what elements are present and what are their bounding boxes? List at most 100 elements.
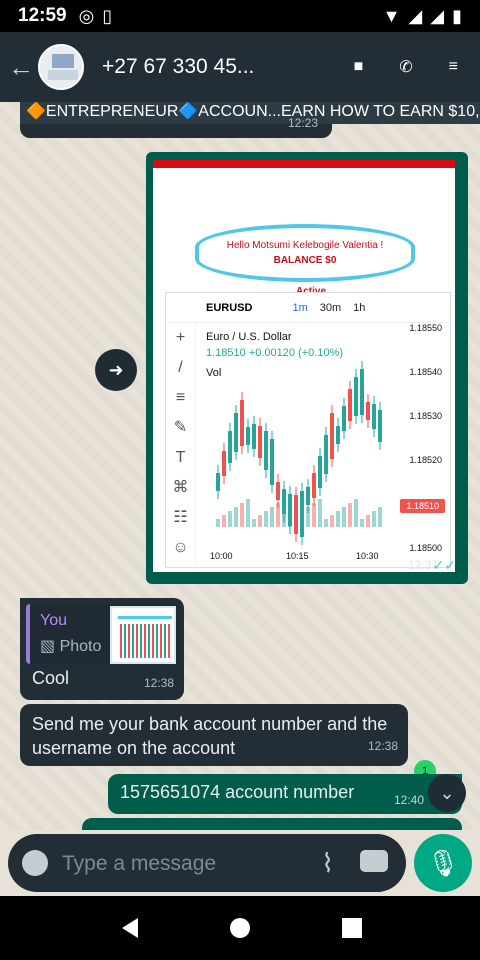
received-message[interactable]: Send me your bank account number and the… (20, 704, 408, 766)
brush-icon: ✎ (173, 419, 188, 436)
candle (252, 424, 256, 449)
volume-bar (378, 507, 382, 527)
candle (306, 487, 310, 505)
candle (366, 402, 370, 420)
hello-text: Hello Motsumi Kelebogile Valentia ! (226, 240, 384, 251)
header-actions: ■ ✆ ≡ (354, 57, 458, 77)
phone-status-icon: ▯ (102, 5, 113, 26)
time-3: 10:30 (356, 551, 379, 561)
partial-message (82, 818, 462, 830)
candle (258, 426, 262, 458)
home-nav-icon[interactable] (230, 918, 250, 938)
candle (324, 435, 328, 474)
screenshot-image: Hello Motsumi Kelebogile Valentia ! BALA… (153, 160, 455, 572)
status-left-icons: ◎ ▯ (79, 6, 113, 27)
candles-plot (216, 361, 382, 545)
microphone-icon: 🎙 (426, 848, 460, 878)
candle (330, 413, 334, 459)
candle (372, 404, 376, 429)
volume-bar (324, 519, 328, 527)
symbol: EURUSD (206, 301, 253, 314)
candle (246, 427, 250, 445)
settings-icon: ☷ (173, 509, 188, 526)
sent-message[interactable]: 1575651074 account number 12:40 (108, 774, 462, 814)
sent-message-time: 12:40 (393, 793, 424, 807)
volume-bar (288, 519, 292, 527)
camera-icon[interactable] (360, 850, 388, 872)
promo-banner: 🔶ENTREPRENEUR🔷ACCOUN...EARN HOW TO EARN … (20, 102, 480, 124)
time-2: 10:15 (286, 551, 309, 561)
forward-button[interactable]: ➜ (95, 349, 137, 391)
avatar[interactable] (38, 44, 84, 90)
volume-bar (264, 511, 268, 527)
status-time: 12:59 (18, 5, 67, 26)
reply-message[interactable]: You ▧ Photo Cool 12:38 (20, 598, 184, 700)
time-1: 10:00 (210, 551, 233, 561)
quoted-type: ▧ Photo (40, 636, 101, 656)
android-navigation-bar (0, 896, 480, 960)
volume-bar (294, 515, 298, 527)
volume-bar (216, 519, 220, 527)
recent-apps-icon[interactable] (342, 918, 362, 938)
pattern-icon: ⌘ (172, 479, 189, 496)
volume-bar (252, 519, 256, 527)
trading-chart: EURUSD 1m 30m 1h + / ≡ ✎ T ⌘ ☷ ☺ Euro / … (165, 292, 452, 569)
chat-header: ← +27 67 330 45... ■ ✆ ≡ (0, 32, 480, 102)
contact-name[interactable]: +27 67 330 45... (102, 55, 254, 79)
balance-text: BALANCE $0 (273, 255, 337, 266)
attach-icon[interactable]: ⌇ (321, 848, 334, 879)
video-call-icon[interactable]: ■ (354, 58, 364, 76)
candle (312, 473, 316, 498)
received-message-time: 12:38 (367, 739, 398, 753)
signal-icon: ◢ (408, 5, 423, 26)
status-right-icons: ▼ ◢ ◢ ▮ (383, 6, 462, 27)
candle (342, 406, 346, 431)
read-receipt-icon: ✓✓ (432, 557, 456, 573)
quoted-type-label: Photo (59, 638, 102, 655)
volume-bar (372, 511, 376, 527)
candle (378, 410, 382, 442)
volume-bar (276, 503, 280, 527)
more-vertical-icon[interactable]: ≡ (449, 58, 458, 76)
candle (216, 473, 220, 491)
volume-bar (222, 515, 226, 527)
volume-bar (270, 507, 274, 527)
scroll-down-button[interactable]: ⌄ (428, 774, 466, 812)
volume-bar (354, 499, 358, 527)
volume-bar (366, 515, 370, 527)
top-message-time: 12:23 (287, 116, 318, 130)
volume-bar (348, 503, 352, 527)
quoted-thumbnail (110, 606, 176, 664)
candle (294, 495, 298, 534)
chart-toolbar: EURUSD 1m 30m 1h (166, 293, 452, 323)
price-4: 1.18520 (409, 455, 442, 465)
battery-icon: ▮ (452, 5, 462, 26)
phone-icon[interactable]: ✆ (399, 57, 412, 77)
price-1: 1.18550 (409, 323, 442, 333)
candle (264, 431, 268, 470)
back-button[interactable]: ← (4, 52, 38, 83)
tf-1h: 1h (353, 301, 366, 314)
message-placeholder[interactable]: Type a message (62, 852, 216, 876)
back-nav-icon[interactable] (118, 918, 138, 938)
volume-bar (360, 519, 364, 527)
candle (276, 482, 280, 500)
red-header (153, 160, 455, 168)
chat-area[interactable]: 🔶ENTREPRENEUR🔷ACCOUN...EARN HOW TO EARN … (0, 102, 480, 830)
quoted-message[interactable]: You ▧ Photo (26, 604, 180, 664)
microphone-button[interactable]: 🎙 (414, 834, 472, 892)
received-message-text: Send me your bank account number and the… (32, 714, 388, 758)
top-message: 🔶ENTREPRENEUR🔷ACCOUN...EARN HOW TO EARN … (20, 102, 480, 138)
reply-time: 12:38 (143, 676, 174, 690)
lines-icon: ≡ (175, 389, 186, 406)
image-message[interactable]: Hello Motsumi Kelebogile Valentia ! BALA… (146, 152, 468, 584)
signal-icon-2: ◢ (430, 5, 445, 26)
message-field[interactable]: Type a message ⌇ (8, 834, 406, 892)
wifi-icon: ▼ (382, 5, 401, 26)
price-3: 1.18530 (409, 411, 442, 421)
volume-bar (228, 511, 232, 527)
emoji-icon[interactable] (22, 850, 48, 876)
candle (240, 400, 244, 446)
status-bar: 12:59 ◎ ▯ ▼ ◢ ◢ ▮ (0, 0, 480, 32)
arrow-left-icon: ← (8, 51, 34, 82)
